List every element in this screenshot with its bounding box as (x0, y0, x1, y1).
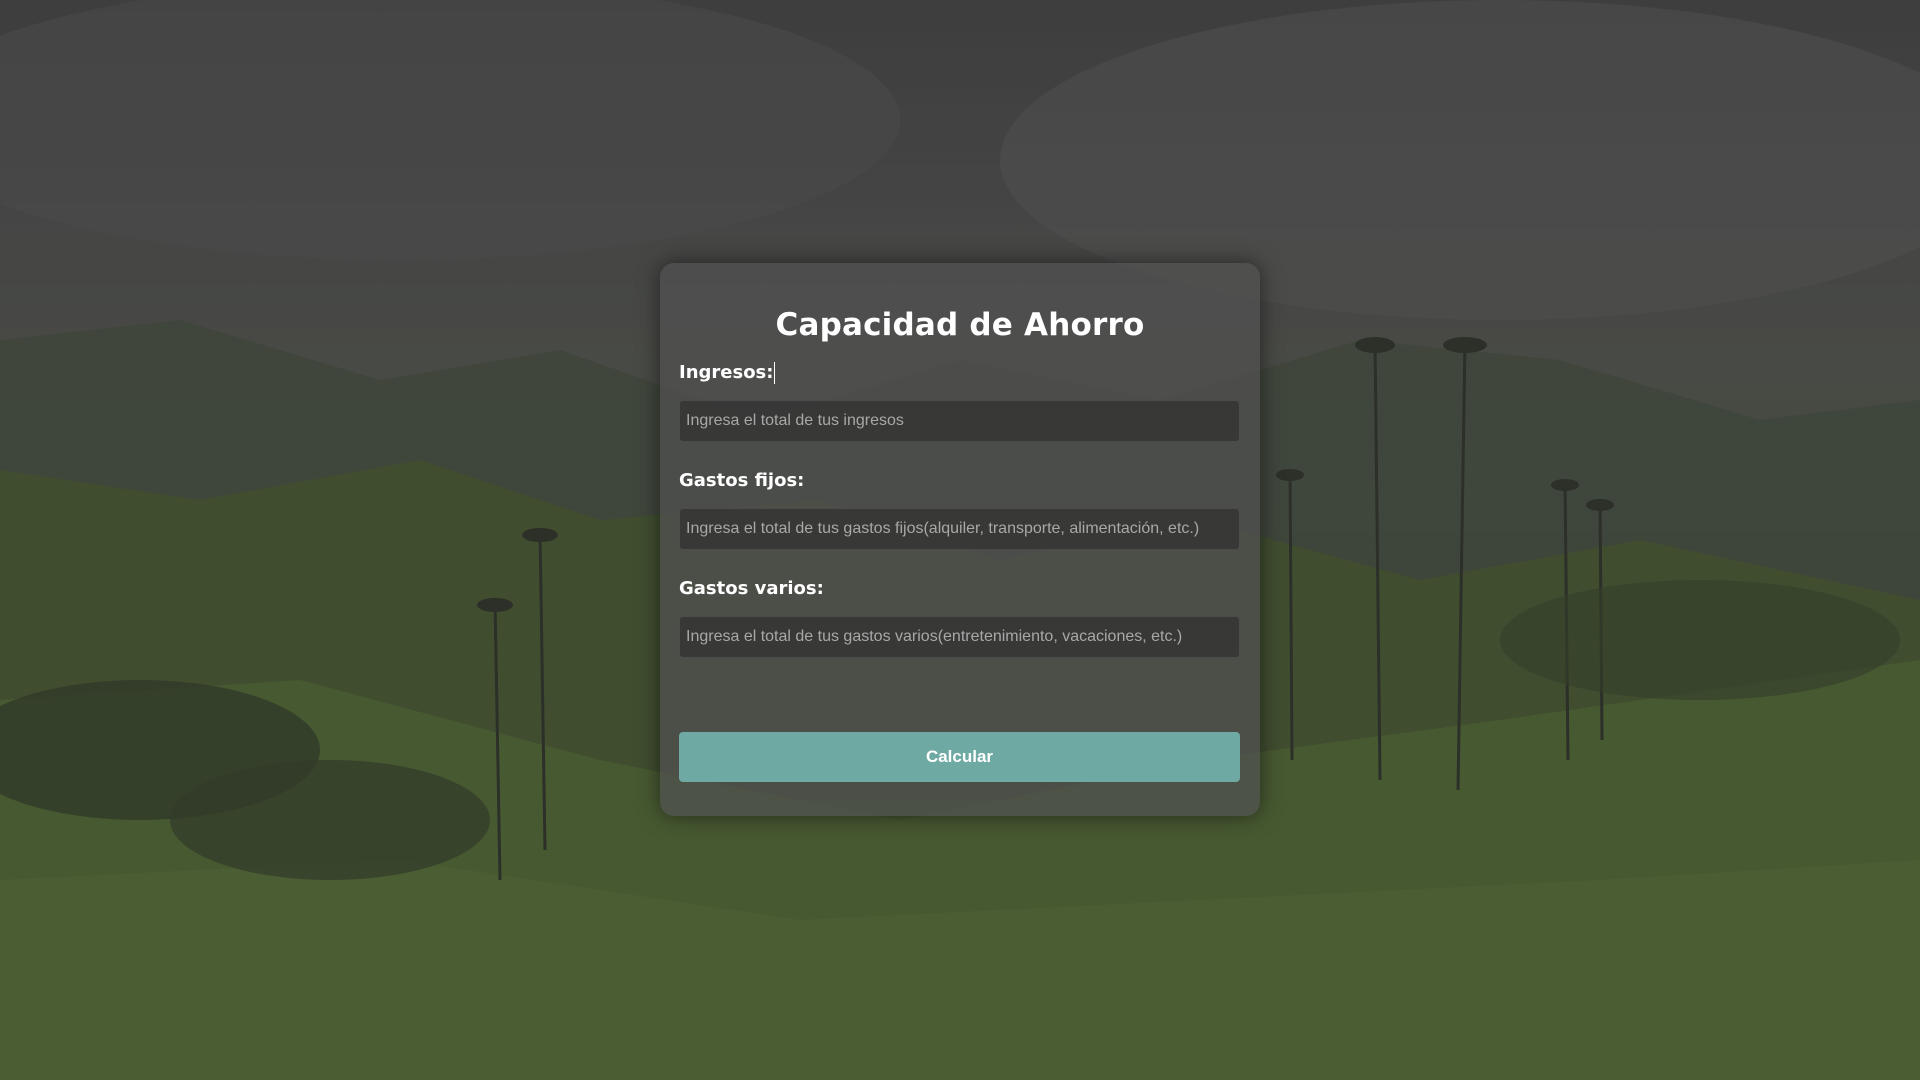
income-label-text: Ingresos: (679, 362, 774, 383)
form-title: Capacidad de Ahorro (775, 307, 1145, 343)
income-label: Ingresos: (679, 361, 1241, 385)
savings-form-card: Capacidad de Ahorro Ingresos: Gastos fij… (660, 263, 1260, 816)
various-expenses-label: Gastos varios: (679, 578, 824, 599)
income-input[interactable] (679, 400, 1240, 442)
fixed-expenses-label: Gastos fijos: (679, 470, 805, 491)
various-expenses-input[interactable] (679, 616, 1240, 658)
calculate-button[interactable]: Calcular (679, 732, 1240, 782)
text-cursor (774, 362, 776, 384)
fixed-expenses-input[interactable] (679, 508, 1240, 550)
